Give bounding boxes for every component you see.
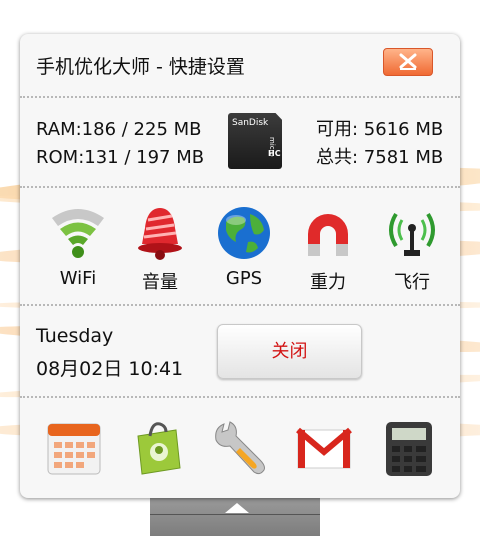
storage-total: 总共: 7581 MB xyxy=(316,147,444,168)
rom-usage: ROM:131 / 197 MB xyxy=(36,147,205,168)
gmail-icon xyxy=(296,427,352,469)
app-calculator[interactable] xyxy=(378,418,438,478)
memory-info: RAM:186 / 225 MB ROM:131 / 197 MB xyxy=(36,116,204,172)
drawer-handle-line xyxy=(150,514,320,515)
sd-brand-text: SanDisk xyxy=(232,118,269,128)
toggle-gps[interactable]: GPS xyxy=(204,204,284,289)
toggle-gravity-label: 重力 xyxy=(310,272,346,293)
app-market[interactable] xyxy=(128,418,188,478)
toggle-wifi-label: WiFi xyxy=(59,268,97,289)
dialog-title: 手机优化大师 - 快捷设置 xyxy=(36,56,245,78)
toggle-wifi[interactable]: WiFi xyxy=(38,204,118,289)
close-icon xyxy=(399,53,417,70)
close-dialog-button[interactable] xyxy=(383,48,433,76)
toggle-volume-label: 音量 xyxy=(142,272,178,293)
bell-icon xyxy=(138,208,182,260)
toggle-gravity[interactable]: 重力 xyxy=(288,204,368,294)
toggle-airplane[interactable]: 飞行 xyxy=(372,204,452,294)
ram-usage: RAM:186 / 225 MB xyxy=(36,119,202,140)
drawer-handle-arrow-icon[interactable] xyxy=(225,503,249,513)
date-time: 08月02日 10:41 xyxy=(36,358,184,380)
weekday: Tuesday xyxy=(36,325,114,347)
toggle-gps-label: GPS xyxy=(225,268,263,289)
magnet-icon xyxy=(308,214,348,256)
divider xyxy=(20,396,460,398)
toggle-airplane-label: 飞行 xyxy=(394,272,430,293)
calculator-icon xyxy=(386,422,432,476)
divider xyxy=(20,186,460,188)
wrench-icon xyxy=(215,421,265,475)
calendar-icon xyxy=(47,423,101,475)
sd-card-icon: SanDisk micro HC xyxy=(228,113,282,169)
wifi-icon xyxy=(52,209,104,258)
app-calendar[interactable] xyxy=(44,418,104,478)
globe-icon xyxy=(218,207,270,259)
app-gmail[interactable] xyxy=(294,418,354,478)
sd-hc-text: HC xyxy=(268,149,281,158)
storage-info: 可用: 5616 MB 总共: 7581 MB xyxy=(316,116,443,172)
divider xyxy=(20,304,460,306)
toggle-volume[interactable]: 音量 xyxy=(120,204,200,294)
close-button[interactable]: 关闭 xyxy=(217,324,362,379)
antenna-icon xyxy=(389,212,435,256)
storage-available: 可用: 5616 MB xyxy=(316,119,444,140)
divider xyxy=(20,96,460,98)
quick-settings-dialog: 手机优化大师 - 快捷设置 RAM:186 / 225 MB ROM:131 /… xyxy=(20,34,460,498)
market-bag-icon xyxy=(137,422,181,475)
app-settings[interactable] xyxy=(210,418,270,478)
